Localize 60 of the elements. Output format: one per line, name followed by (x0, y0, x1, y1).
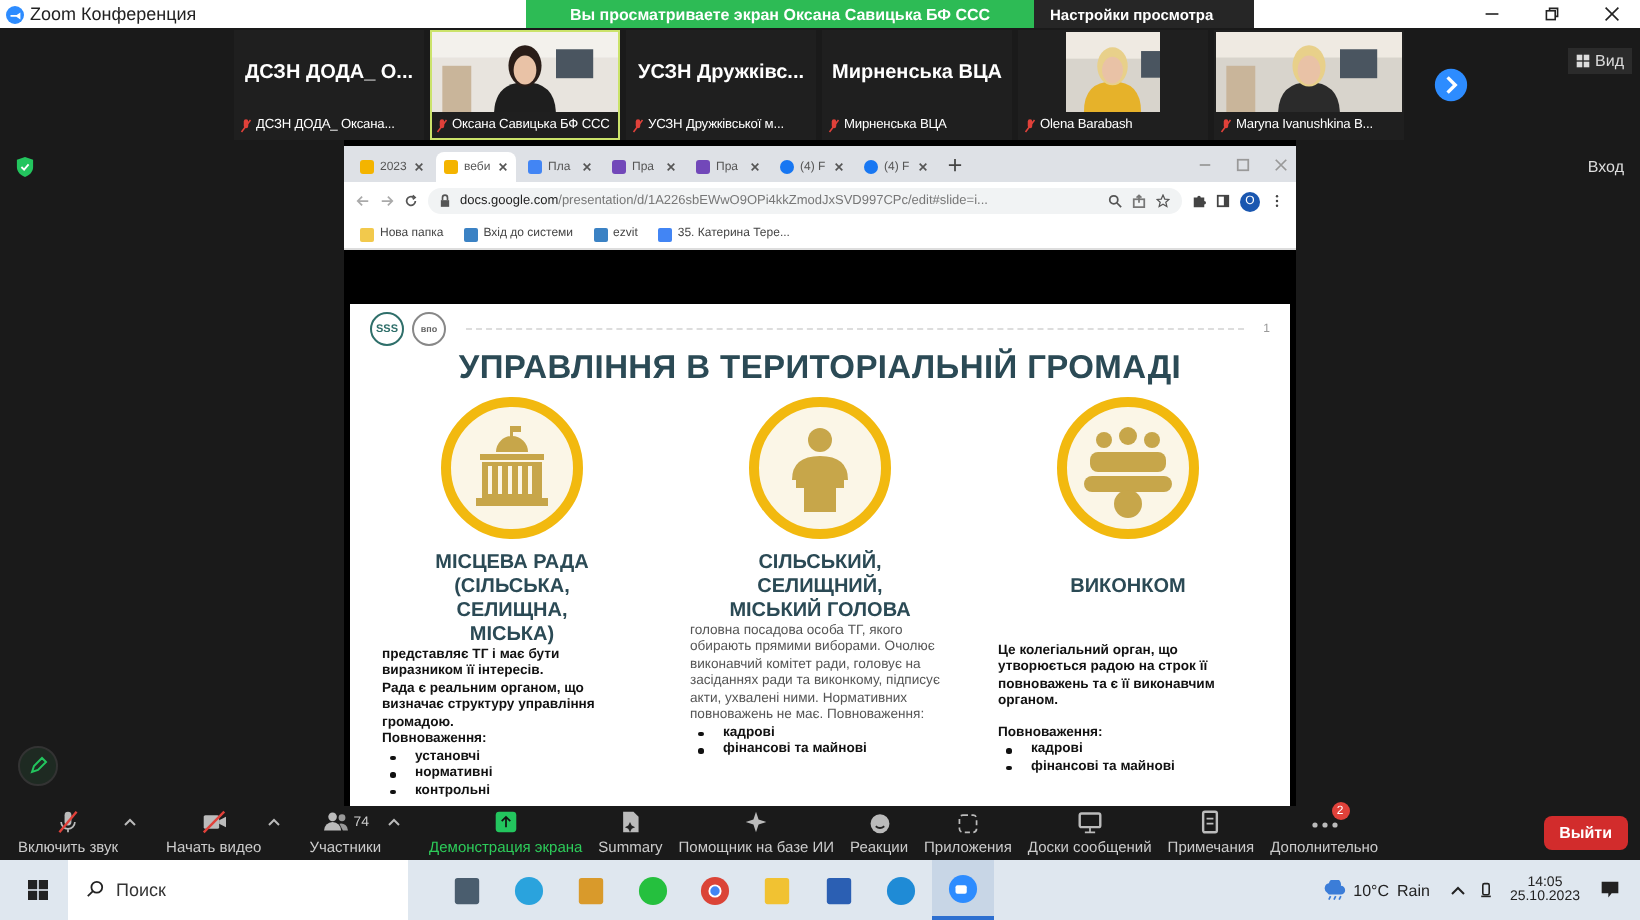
column-heading: МІСЦЕВА РАДА (СІЛЬСЬКА, СЕЛИЩНА, МІСЬКА) (433, 552, 591, 648)
participant-name: ДСЗН ДОДА_ О... (244, 61, 414, 83)
participants-icon (321, 810, 350, 834)
zoom-magnifier-icon[interactable] (1108, 194, 1122, 208)
view-button[interactable]: Вид (1567, 48, 1632, 74)
star-icon[interactable] (1156, 194, 1170, 208)
close-icon[interactable] (1604, 6, 1620, 22)
weather-condition: Rain (1397, 881, 1430, 899)
apps-icon (953, 810, 982, 834)
chevron-up-icon[interactable] (1449, 882, 1466, 898)
muted-mic-icon (1220, 117, 1232, 133)
window-title: Zoom Конференция (30, 4, 197, 24)
muted-mic-icon (828, 117, 840, 133)
share-banner: Вы просматриваете экран Оксана Савицька БФ ССС (526, 0, 1034, 28)
puzzle-icon[interactable] (1192, 194, 1206, 208)
shield-icon[interactable] (16, 156, 34, 178)
search-icon (86, 880, 104, 898)
video-icon (199, 810, 228, 834)
muted-mic-icon (1024, 117, 1036, 133)
building-icon (440, 396, 584, 540)
caret-icon[interactable] (124, 818, 137, 826)
windows-start-icon[interactable] (28, 880, 48, 900)
restore-icon[interactable] (1544, 6, 1560, 22)
column-heading: ВИКОНКОМ (1068, 574, 1188, 602)
share-icon[interactable] (1132, 194, 1146, 208)
close-icon[interactable] (498, 162, 508, 172)
caret-icon[interactable] (267, 818, 280, 826)
weather-temperature: 10°C (1353, 881, 1389, 899)
menu-icon[interactable] (1270, 194, 1284, 208)
caret-icon[interactable] (387, 818, 400, 826)
leave-button[interactable]: Выйти (1543, 816, 1628, 850)
annotate-button[interactable] (18, 746, 58, 786)
new-tab-icon[interactable] (948, 157, 962, 171)
pencil-icon (28, 756, 48, 776)
speaker-at-podium-icon (748, 396, 892, 540)
grid-icon (1575, 54, 1590, 68)
side-label: Вход (1587, 158, 1624, 176)
participant-name: Мирненська ВЦА (831, 61, 1003, 83)
side-panel-icon[interactable] (1216, 194, 1230, 208)
share-icon (491, 810, 520, 834)
muted-mic-icon (436, 117, 448, 133)
participant-name: УСЗН Дружківс... (637, 61, 805, 83)
assistant-icon (742, 810, 771, 834)
taskbar-app[interactable] (932, 860, 994, 920)
lock-icon (440, 194, 450, 208)
notifications-icon[interactable] (1600, 880, 1620, 900)
device-icon[interactable] (1477, 882, 1494, 898)
more-icon (1311, 822, 1338, 828)
reload-icon[interactable] (404, 194, 418, 208)
whiteboard-icon (1075, 810, 1104, 834)
reactions-icon (865, 810, 894, 834)
team-gear-icon (1056, 396, 1200, 540)
column-heading: СІЛЬСЬКИЙ, СЕЛИЩНИЙ, МІСЬКИЙ ГОЛОВА (727, 552, 913, 624)
rain-cloud-icon (1321, 879, 1346, 901)
slide-title: УПРАВЛІННЯ В ТЕРИТОРІАЛЬНІЙ ГРОМАДІ (456, 350, 1184, 388)
muted-mic-icon (632, 117, 644, 133)
next-page-icon[interactable] (1434, 68, 1468, 102)
muted-mic-icon (240, 117, 252, 133)
search-field[interactable]: Поиск (68, 860, 408, 920)
mic-icon (54, 810, 83, 834)
